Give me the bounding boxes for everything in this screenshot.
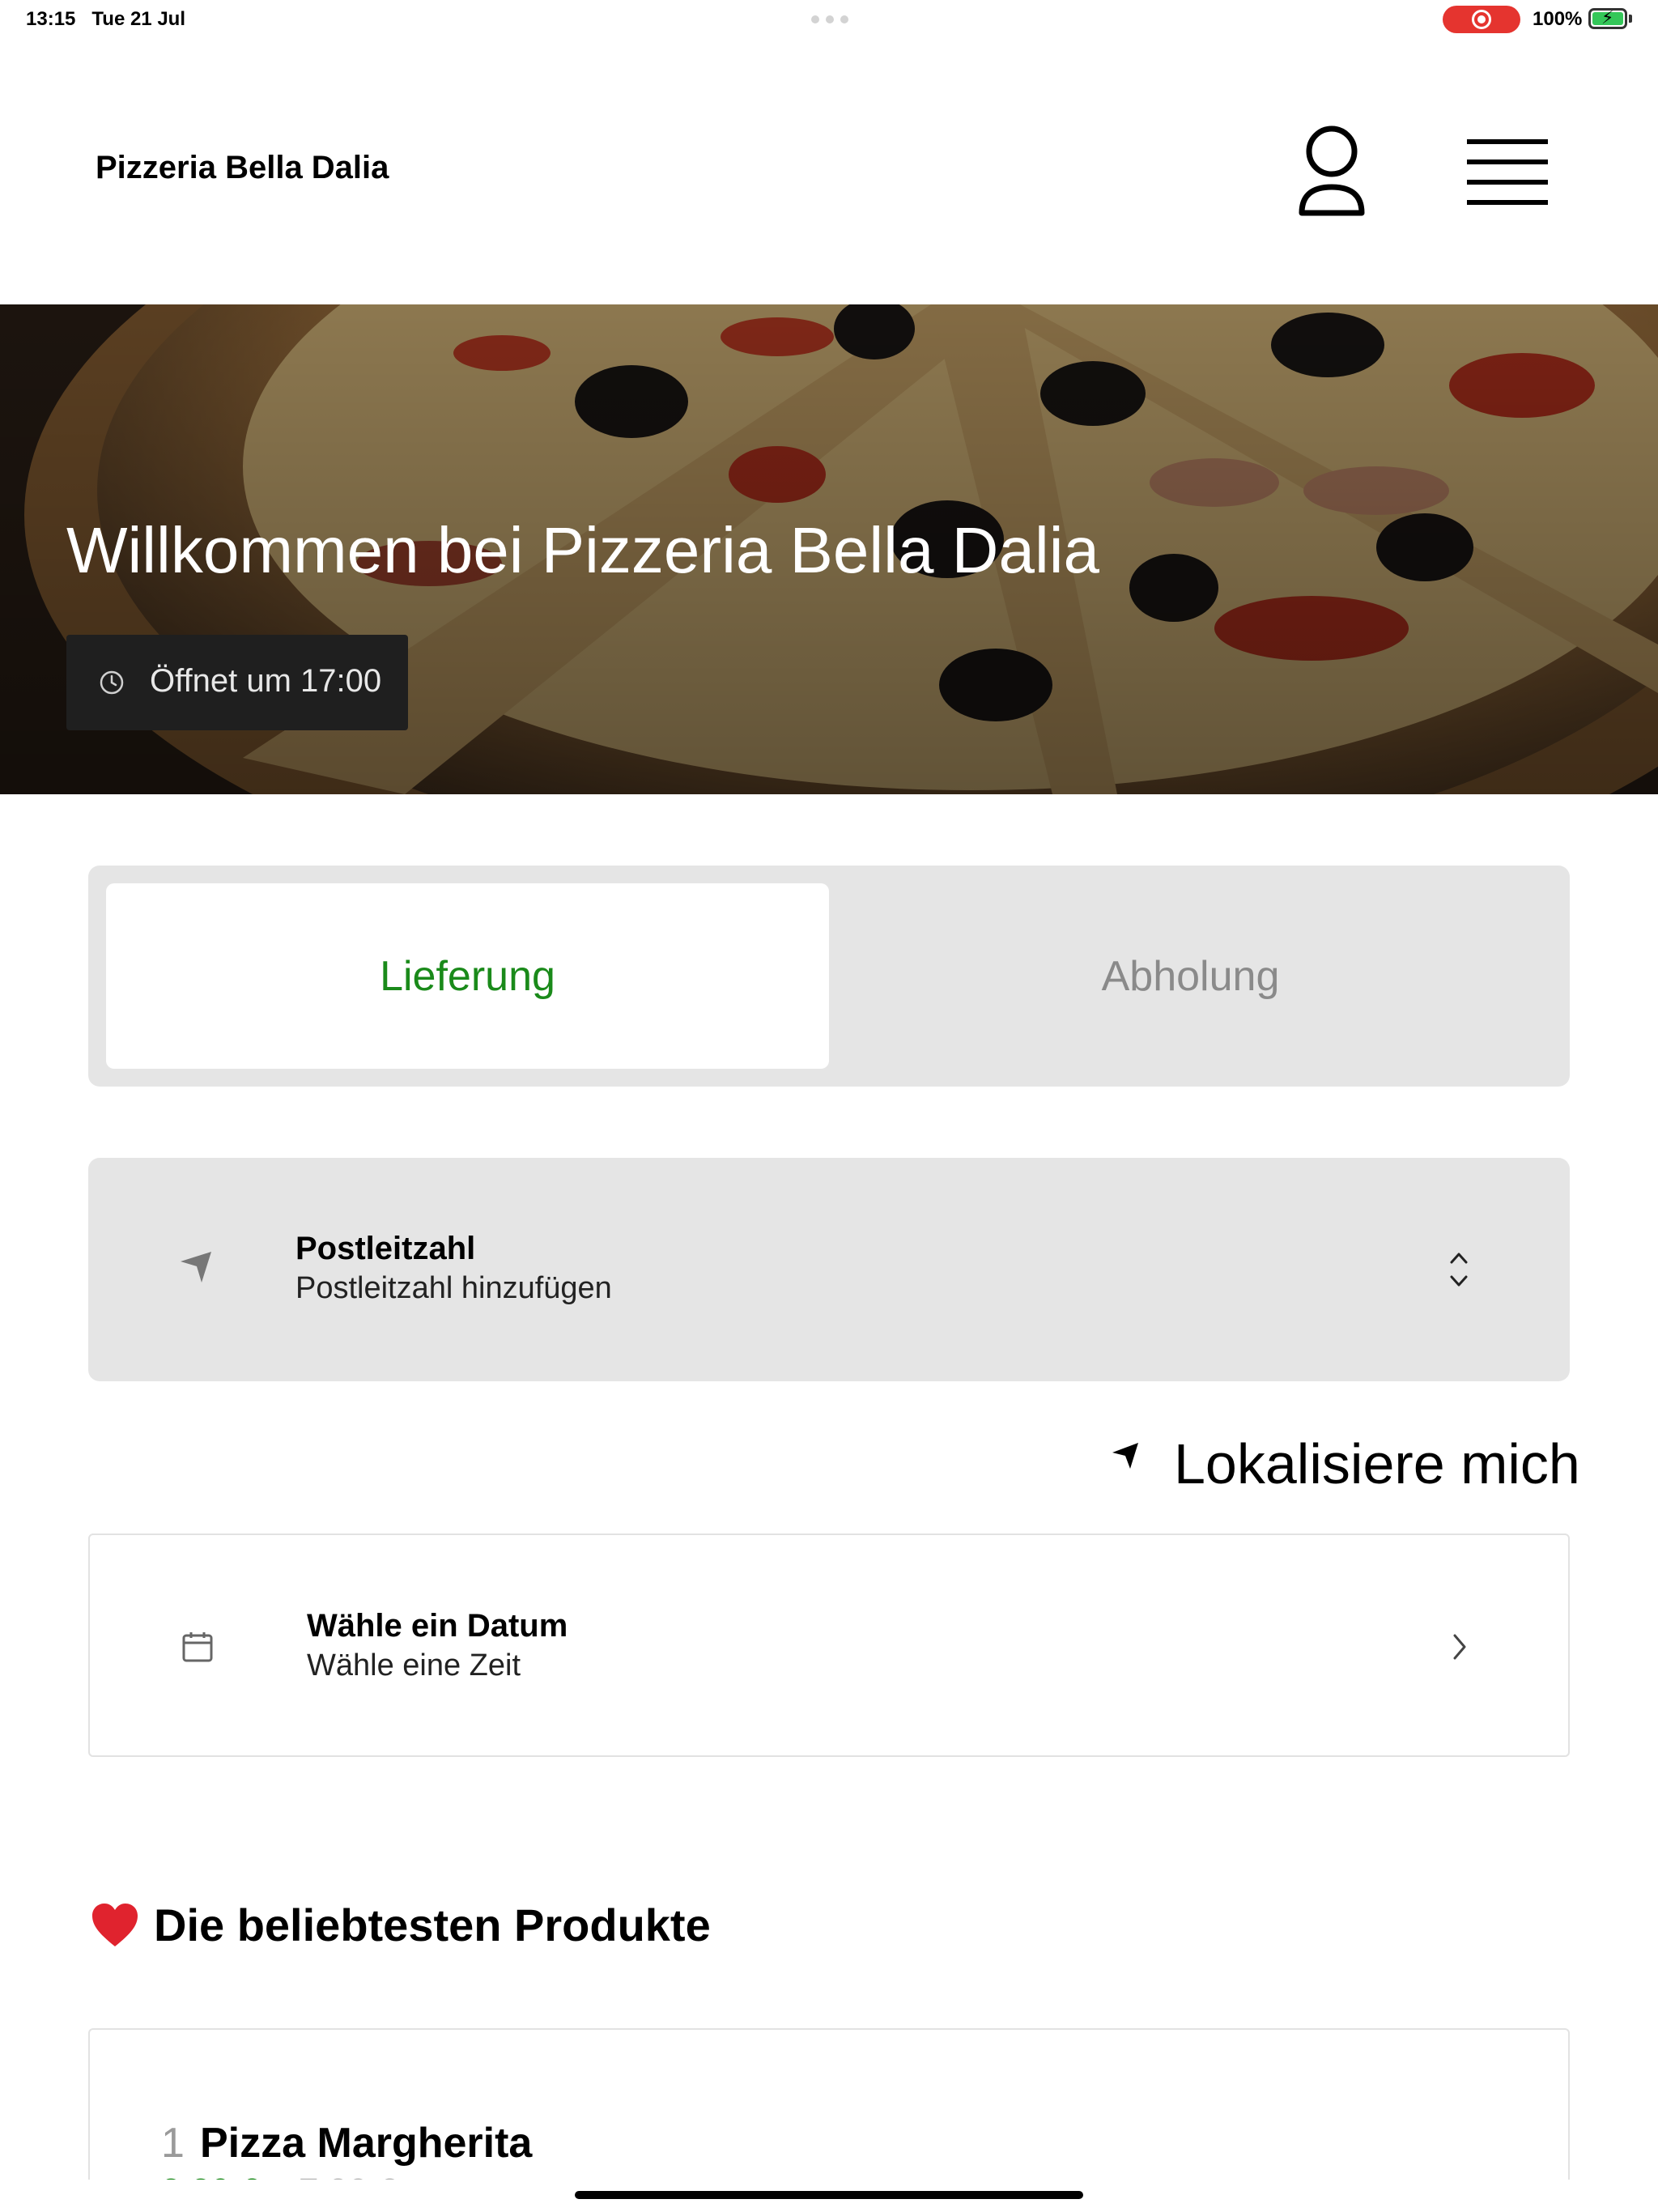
app-header: Pizzeria Bella Dalia [0,40,1658,304]
postal-code-selector[interactable]: Postleitzahl Postleitzahl hinzufügen [88,1158,1570,1381]
locate-me-label: Lokalisiere mich [1174,1432,1580,1495]
calendar-icon [182,1632,213,1662]
hero-banner: Willkommen bei Pizzeria Bella Dalia Öffn… [0,304,1658,794]
time-label: Wähle eine Zeit [307,1648,521,1682]
status-bar: 13:15 Tue 21 Jul 100% ⚡ [0,0,1658,40]
battery-icon: ⚡ [1588,8,1627,29]
clock-icon [100,670,124,695]
hero-title: Willkommen bei Pizzeria Bella Dalia [66,514,1099,586]
date-label: Wähle ein Datum [307,1608,568,1644]
locate-me-button[interactable]: Lokalisiere mich [1107,1427,1580,1495]
date-time-picker[interactable]: Wähle ein Datum Wähle eine Zeit [88,1534,1570,1757]
heart-icon [92,1903,138,1946]
status-time: 13:15 Tue 21 Jul [26,8,185,30]
chevron-right-icon [1453,1634,1466,1660]
product-name: Pizza Margherita [200,2120,533,2167]
user-icon[interactable] [1295,125,1368,219]
popular-products-heading: Die beliebtesten Produkte [91,1899,711,1951]
opening-hours-text: Öffnet um 17:00 [150,663,382,699]
home-indicator[interactable] [575,2191,1083,2199]
brand-title[interactable]: Pizzeria Bella Dalia [96,150,389,186]
popular-products-title: Die beliebtesten Produkte [154,1899,711,1950]
location-arrow-icon [181,1252,211,1283]
postal-code-label: Postleitzahl [295,1231,476,1266]
multitasking-dots-icon[interactable] [811,15,848,23]
battery-nub [1629,15,1632,23]
product-rank: 1 [161,2120,185,2167]
screen-recording-icon[interactable] [1443,6,1520,33]
postal-code-placeholder: Postleitzahl hinzufügen [295,1271,612,1305]
opening-hours-badge: Öffnet um 17:00 [66,635,408,730]
location-arrow-icon [1112,1443,1138,1469]
hamburger-menu-icon[interactable] [1467,139,1548,206]
order-mode-toggle: Lieferung Abholung [88,866,1570,1087]
status-date: Tue 21 Jul [91,8,185,30]
tab-pickup[interactable]: Abholung [829,883,1552,1069]
battery-percent: 100% [1533,8,1583,30]
chevron-up-down-icon [1450,1253,1468,1287]
tab-delivery[interactable]: Lieferung [106,883,829,1069]
